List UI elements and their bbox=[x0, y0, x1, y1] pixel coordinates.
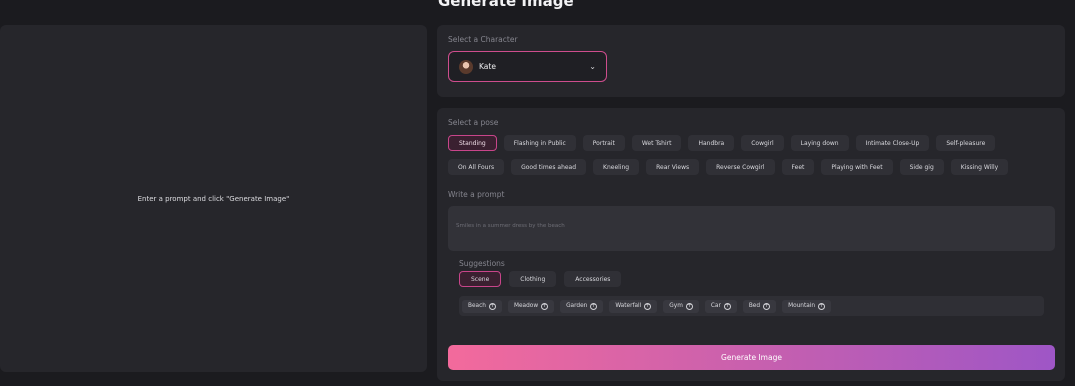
pose-intimate-close-up[interactable]: Intimate Close-Up bbox=[855, 135, 930, 151]
prompt-label: Write a prompt bbox=[448, 190, 505, 199]
pose-kneeling[interactable]: Kneeling bbox=[593, 159, 640, 175]
pose-rear-views[interactable]: Rear Views bbox=[646, 159, 700, 175]
character-label: Select a Character bbox=[448, 35, 518, 44]
pose-reverse-cowgirl[interactable]: Reverse Cowgirl bbox=[706, 159, 775, 175]
tag-bed[interactable]: Bed + bbox=[742, 299, 777, 313]
suggestions-label: Suggestions bbox=[459, 259, 505, 268]
pose-feet[interactable]: Feet bbox=[781, 159, 815, 175]
image-preview-area: Enter a prompt and click "Generate Image… bbox=[0, 25, 427, 372]
page-title: Generate Image bbox=[438, 0, 574, 10]
pose-handbra[interactable]: Handbra bbox=[688, 135, 735, 151]
avatar bbox=[459, 59, 473, 74]
pose-laying-down[interactable]: Laying down bbox=[790, 135, 849, 151]
pose-row-1: Standing Flashing in Public Portrait Wet… bbox=[448, 135, 996, 151]
tag-label: Beach bbox=[468, 303, 486, 309]
tab-scene[interactable]: Scene bbox=[459, 271, 502, 287]
tag-label: Car bbox=[710, 303, 721, 309]
tag-label: Bed bbox=[748, 303, 761, 309]
plus-circle-icon: + bbox=[685, 302, 693, 310]
preview-hint: Enter a prompt and click "Generate Image… bbox=[137, 194, 290, 203]
pose-kissing-willy[interactable]: Kissing Willy bbox=[950, 159, 1009, 175]
tag-garden[interactable]: Garden + bbox=[560, 299, 604, 313]
tag-car[interactable]: Car + bbox=[704, 299, 737, 313]
pose-good-times-ahead[interactable]: Good times ahead bbox=[511, 159, 587, 175]
prompt-input[interactable] bbox=[456, 223, 1047, 229]
tab-accessories[interactable]: Accessories bbox=[564, 271, 622, 287]
tag-label: Mountain bbox=[788, 303, 816, 309]
plus-circle-icon: + bbox=[590, 302, 598, 310]
character-select[interactable]: Kate ⌄ bbox=[448, 51, 607, 82]
tag-beach[interactable]: Beach + bbox=[462, 299, 502, 313]
chevron-down-icon: ⌄ bbox=[589, 62, 596, 71]
plus-circle-icon: + bbox=[818, 302, 826, 310]
plus-circle-icon: + bbox=[763, 302, 771, 310]
plus-circle-icon: + bbox=[644, 302, 652, 310]
pose-standing[interactable]: Standing bbox=[448, 135, 497, 151]
character-name: Kate bbox=[479, 62, 496, 71]
tag-label: Waterfall bbox=[615, 303, 642, 309]
tag-meadow[interactable]: Meadow + bbox=[507, 299, 555, 313]
plus-circle-icon: + bbox=[541, 302, 549, 310]
tag-waterfall[interactable]: Waterfall + bbox=[609, 299, 658, 313]
pose-self-pleasure[interactable]: Self-pleasure bbox=[936, 135, 996, 151]
tag-gym[interactable]: Gym + bbox=[663, 299, 699, 313]
character-panel: Select a Character Kate ⌄ bbox=[437, 25, 1065, 97]
prompt-box bbox=[448, 206, 1055, 251]
tag-label: Garden bbox=[566, 303, 588, 309]
pose-flashing-in-public[interactable]: Flashing in Public bbox=[503, 135, 576, 151]
tag-mountain[interactable]: Mountain + bbox=[782, 299, 832, 313]
pose-cowgirl[interactable]: Cowgirl bbox=[741, 135, 784, 151]
pose-playing-with-feet[interactable]: Playing with Feet bbox=[821, 159, 893, 175]
pose-portrait[interactable]: Portrait bbox=[582, 135, 625, 151]
pose-row-2: On All Fours Good times ahead Kneeling R… bbox=[448, 159, 1009, 175]
plus-circle-icon: + bbox=[488, 302, 496, 310]
generate-image-button[interactable]: Generate Image bbox=[448, 345, 1055, 370]
pose-wet-tshirt[interactable]: Wet Tshirt bbox=[631, 135, 682, 151]
pose-label: Select a pose bbox=[448, 118, 499, 127]
pose-side-gig[interactable]: Side gig bbox=[899, 159, 944, 175]
pose-on-all-fours[interactable]: On All Fours bbox=[448, 159, 505, 175]
suggestion-tags: Beach + Meadow + Garden + Waterfall + Gym + C… bbox=[459, 296, 1044, 316]
suggestion-tabs: Scene Clothing Accessories bbox=[459, 271, 622, 287]
tab-clothing[interactable]: Clothing bbox=[509, 271, 557, 287]
plus-circle-icon: + bbox=[723, 302, 731, 310]
tag-label: Gym bbox=[669, 303, 683, 309]
tag-label: Meadow bbox=[513, 303, 539, 309]
generation-panel: Select a pose Standing Flashing in Publi… bbox=[437, 108, 1065, 381]
